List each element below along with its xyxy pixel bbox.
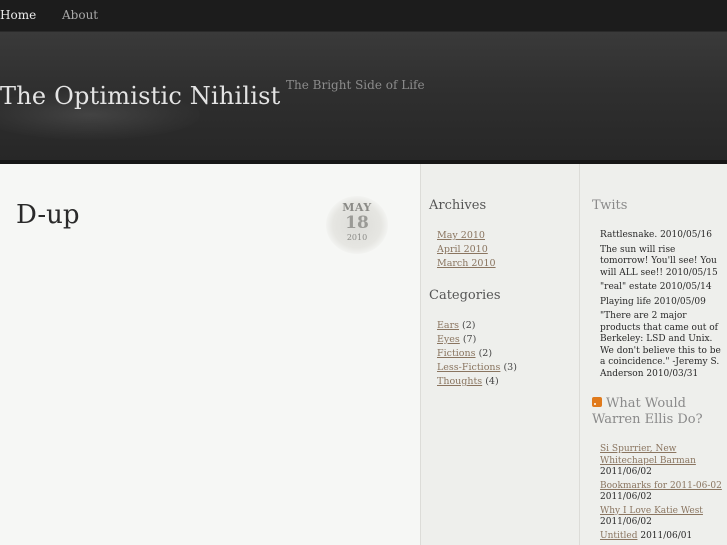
wwed-heading-text[interactable]: What Would Warren Ellis Do?	[592, 396, 703, 427]
category-count: (3)	[503, 362, 517, 373]
post-title[interactable]: D-up	[16, 200, 80, 230]
main-content: D-up MAY 18 2010	[0, 164, 420, 545]
category-item: Fictions (2)	[437, 347, 517, 361]
post-date-badge: MAY 18 2010	[326, 196, 388, 254]
category-item: Less-Fictions (3)	[437, 361, 517, 375]
category-item: Ears (2)	[437, 319, 517, 333]
feed-link[interactable]: Bookmarks for 2011-06-02	[600, 481, 722, 491]
feed-item: Why I Love Katie West 2011/06/02	[600, 506, 724, 529]
category-count: (4)	[485, 376, 499, 387]
site-header: The Optimistic Nihilist The Bright Side …	[0, 32, 727, 160]
twit-item: "real" estate 2010/05/14	[600, 282, 712, 292]
feed-item: Untitled 2011/06/01	[600, 531, 724, 543]
category-link[interactable]: Eyes	[437, 334, 460, 345]
archive-link[interactable]: May 2010	[437, 230, 485, 241]
category-link[interactable]: Thoughts	[437, 376, 482, 387]
sidebar-archives-categories: Archives May 2010 April 2010 March 2010 …	[420, 164, 579, 545]
wwed-heading: What Would Warren Ellis Do?	[592, 396, 726, 428]
category-item: Thoughts (4)	[437, 375, 517, 389]
archive-link[interactable]: March 2010	[437, 258, 496, 269]
categories-list: Ears (2) Eyes (7) Fictions (2) Less-Fict…	[437, 319, 517, 389]
twit-item: Playing life 2010/05/09	[600, 296, 706, 307]
twits-heading: Twits	[592, 198, 628, 213]
feed-date: 2011/06/02	[600, 467, 652, 477]
categories-heading: Categories	[429, 288, 501, 303]
sidebar-twits-feed: Twits Rattlesnake. 2010/05/16 The sun wi…	[579, 164, 727, 545]
rss-icon[interactable]	[592, 397, 602, 407]
category-link[interactable]: Fictions	[437, 348, 476, 359]
post-date-day: 18	[345, 213, 369, 233]
archives-list: May 2010 April 2010 March 2010	[437, 229, 496, 271]
site-title[interactable]: The Optimistic Nihilist	[0, 82, 281, 110]
top-nav: Home About	[0, 0, 727, 32]
twit-item: Rattlesnake. 2010/05/16	[600, 230, 712, 240]
twit-item: "There are 2 major products that came ou…	[600, 311, 721, 379]
feed-link[interactable]: Why I Love Katie West	[600, 506, 703, 516]
archives-heading: Archives	[429, 198, 487, 213]
feed-link[interactable]: Untitled	[600, 531, 637, 541]
feed-item: Bookmarks for 2011-06-02 2011/06/02	[600, 481, 724, 504]
archive-item: March 2010	[437, 257, 496, 271]
site-tagline: The Bright Side of Life	[286, 78, 425, 92]
feed-date: 2011/06/02	[600, 517, 652, 527]
wwed-feed-list: Si Spurrier, New Whitechapel Barman 2011/…	[600, 444, 724, 544]
archive-link[interactable]: April 2010	[437, 244, 488, 255]
twits-list: Rattlesnake. 2010/05/16 The sun will ris…	[600, 230, 724, 383]
nav-home-link[interactable]: Home	[0, 8, 36, 22]
post-date-year: 2010	[346, 233, 368, 242]
feed-date: 2011/06/01	[640, 530, 693, 541]
feed-date: 2011/06/02	[600, 492, 652, 502]
nav-about-link[interactable]: About	[62, 8, 98, 22]
archive-item: May 2010	[437, 229, 496, 243]
category-count: (7)	[462, 334, 477, 345]
archive-item: April 2010	[437, 243, 496, 257]
category-count: (2)	[462, 320, 476, 331]
category-link[interactable]: Less-Fictions	[437, 362, 500, 373]
category-count: (2)	[478, 348, 493, 359]
category-link[interactable]: Ears	[437, 320, 459, 331]
feed-item: Si Spurrier, New Whitechapel Barman 2011/…	[600, 444, 724, 479]
feed-link[interactable]: Si Spurrier, New Whitechapel Barman	[600, 444, 696, 466]
twit-item: The sun will rise tomorrow! You'll see! …	[600, 244, 718, 278]
category-item: Eyes (7)	[437, 333, 517, 347]
